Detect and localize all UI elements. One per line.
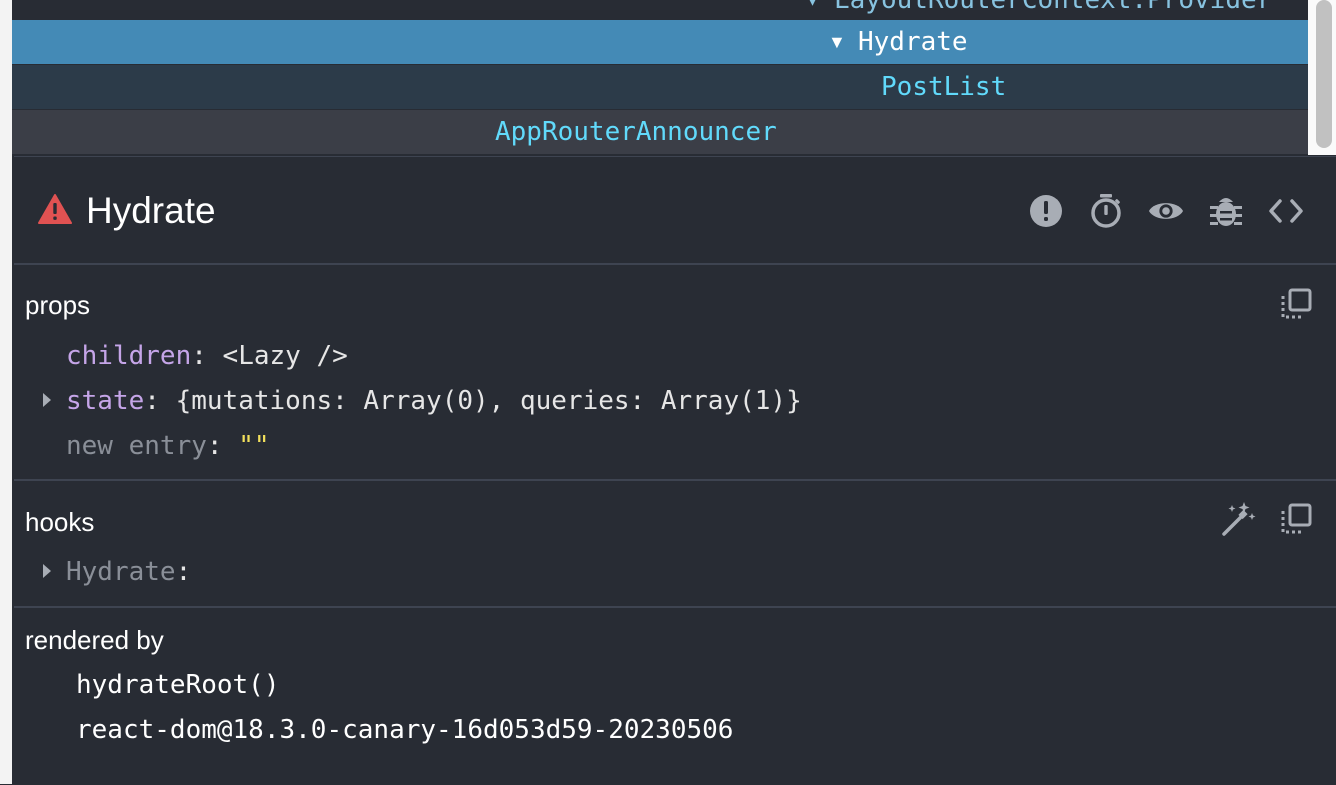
view-source-button[interactable] <box>1268 193 1304 229</box>
suspend-button[interactable] <box>1088 193 1124 229</box>
log-to-console-button[interactable] <box>1208 193 1244 229</box>
bug-icon <box>1210 198 1242 226</box>
selected-component-title: Hydrate <box>86 190 216 231</box>
inspector-panel: Hydrate props children: <Lazy /> state: … <box>14 156 1336 785</box>
error-icon <box>1030 195 1062 227</box>
inspector-header: Hydrate <box>14 157 1336 265</box>
inspect-dom-button[interactable] <box>1148 193 1184 229</box>
prop-key: state <box>66 386 145 416</box>
magic-wand-icon[interactable] <box>1220 501 1256 537</box>
tree-row-app-router-announcer[interactable]: AppRouterAnnouncer <box>12 110 1308 154</box>
rendered-by-hydrate-root[interactable]: hydrateRoot() <box>76 667 280 703</box>
prop-state[interactable]: state: {mutations: Array(0), queries: Ar… <box>66 383 802 419</box>
expand-triangle-icon[interactable] <box>41 390 53 410</box>
tree-row-label: PostList <box>881 72 1007 102</box>
tree-row-label: AppRouterAnnouncer <box>495 117 777 147</box>
hook-name: Hydrate <box>66 557 176 587</box>
tree-row-postlist[interactable]: PostList <box>12 65 1308 109</box>
prop-key: children <box>66 341 192 371</box>
props-section-title: props <box>25 290 91 320</box>
expand-triangle-icon[interactable] <box>41 561 53 581</box>
prop-value: {mutations: Array(0), queries: Array(1)} <box>175 386 802 416</box>
panel-left-edge <box>0 0 12 784</box>
warning-icon <box>38 194 72 224</box>
rendered-by-react-dom: react-dom@18.3.0-canary-16d053d59-202305… <box>76 715 734 745</box>
hooks-section: hooks Hydrate: <box>14 481 1336 608</box>
tree-row-label: Hydrate <box>858 27 968 57</box>
prop-children[interactable]: children: <Lazy /> <box>66 338 348 374</box>
copy-icon[interactable] <box>1280 503 1312 535</box>
prop-new-entry[interactable]: new entry: "" <box>66 428 270 464</box>
props-section: props children: <Lazy /> state: {mutatio… <box>14 264 1336 481</box>
tree-row-layout-router-context[interactable]: ▾ LayoutRouterContext.Provider <box>12 0 1308 22</box>
collapse-triangle-icon[interactable]: ▼ <box>828 20 846 64</box>
hook-hydrate[interactable]: Hydrate: <box>66 554 191 590</box>
prop-value: <Lazy /> <box>222 341 348 371</box>
tree-scrollbar-thumb[interactable] <box>1316 0 1332 148</box>
new-entry-value[interactable]: "" <box>238 431 269 461</box>
rendered-by-section: rendered by hydrateRoot() react-dom@18.3… <box>14 608 1336 785</box>
eye-icon <box>1148 203 1184 219</box>
tree-row-hydrate[interactable]: ▼ Hydrate <box>12 20 1308 64</box>
hooks-section-title: hooks <box>25 507 95 537</box>
suspend-error-button[interactable] <box>1028 193 1064 229</box>
stopwatch-icon <box>1091 194 1121 228</box>
code-icon <box>1269 199 1303 223</box>
component-tree: ▾ LayoutRouterContext.Provider ▼ Hydrate… <box>0 0 1336 155</box>
copy-icon[interactable] <box>1280 288 1312 320</box>
tree-row-label: LayoutRouterContext.Provider <box>834 0 1273 15</box>
collapse-triangle-icon[interactable]: ▾ <box>808 0 817 22</box>
rendered-by-title: rendered by <box>25 625 164 655</box>
new-entry-key[interactable]: new entry <box>66 431 207 461</box>
